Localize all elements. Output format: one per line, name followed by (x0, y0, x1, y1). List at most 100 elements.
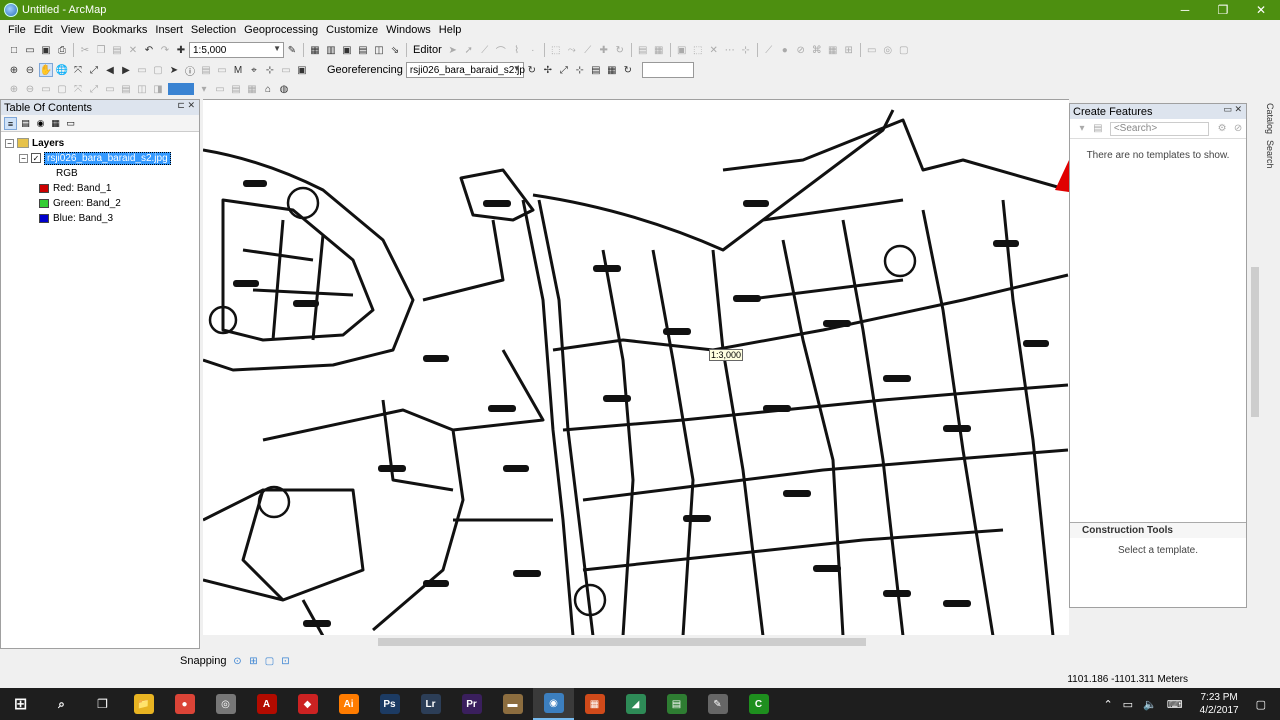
edit-tool-icon[interactable]: ➤ (446, 43, 460, 57)
paste-icon[interactable]: ▤ (110, 43, 124, 57)
taskbar-app-3-button[interactable]: ◎ (205, 688, 246, 720)
topology-icon-h[interactable]: ◎ (881, 43, 895, 57)
taskbar-app-12-button[interactable]: ▦ (574, 688, 615, 720)
zoom-out-icon[interactable]: ⊖ (23, 63, 37, 77)
new-doc-icon[interactable]: □ (7, 43, 21, 57)
find-route-icon[interactable]: ⌖ (247, 63, 261, 77)
end-snapping-icon[interactable]: ⊞ (247, 654, 261, 668)
template-view-icon[interactable]: ▤ (1091, 122, 1105, 136)
volume-icon[interactable]: 🔈 (1143, 698, 1157, 711)
search-tab[interactable]: Search (1265, 140, 1275, 169)
draw-icon-o[interactable]: ◍ (277, 82, 291, 96)
menu-selection[interactable]: Selection (187, 24, 240, 36)
topology-icon-e[interactable]: ▦ (826, 43, 840, 57)
snapping-menu[interactable]: Snapping (180, 655, 227, 667)
taskbar-chrome-button[interactable]: ● (164, 688, 205, 720)
html-popup-icon[interactable]: ▤ (199, 63, 213, 77)
draw-icon-h[interactable]: ▤ (119, 82, 133, 96)
reshape-icon[interactable]: ⤳ (565, 43, 579, 57)
sketch-properties-icon[interactable]: ▦ (652, 43, 666, 57)
catalog-window-icon[interactable]: ▦ (308, 43, 322, 57)
editor-toolbar-icon[interactable]: ✎ (285, 43, 299, 57)
snap-icon-c[interactable]: ⋯ (723, 43, 737, 57)
select-pointer-icon[interactable]: ➤ (167, 63, 181, 77)
menu-geoprocessing[interactable]: Geoprocessing (240, 24, 322, 36)
cut-polygons-icon[interactable]: ⟋ (581, 43, 595, 57)
draw-icon-i[interactable]: ◫ (135, 82, 149, 96)
menu-file[interactable]: File (4, 24, 30, 36)
scrollbar-thumb[interactable] (378, 638, 866, 646)
menu-windows[interactable]: Windows (382, 24, 435, 36)
draw-icon-b[interactable]: ⊖ (23, 82, 37, 96)
clear-selection-icon[interactable]: ▢ (151, 63, 165, 77)
georeferencing-menu[interactable]: Georeferencing (324, 64, 406, 76)
layers-root[interactable]: − Layers (5, 136, 64, 150)
taskbar-app-10-button[interactable]: ▬ (492, 688, 533, 720)
taskbar-app-14-button[interactable]: ▤ (656, 688, 697, 720)
topology-icon-a[interactable]: ⟋ (762, 43, 776, 57)
rotate-icon[interactable]: ↻ (613, 43, 627, 57)
measure-icon[interactable]: ▭ (215, 63, 229, 77)
back-extent-icon[interactable]: ◀ (103, 63, 117, 77)
select-elements-icon[interactable]: ▭ (135, 63, 149, 77)
taskbar-arcmap-button[interactable]: ◉ (533, 688, 574, 720)
table-of-contents-icon[interactable]: ▥ (324, 43, 338, 57)
cut-icon[interactable]: ✂ (78, 43, 92, 57)
rotate-georef-icon[interactable]: ↻ (525, 63, 539, 77)
scrollbar-thumb[interactable] (1251, 267, 1259, 417)
print-icon[interactable]: ⎙ (55, 43, 69, 57)
whats-this-icon[interactable]: ⇘ (388, 43, 402, 57)
start-button[interactable]: ⊞ (0, 688, 41, 720)
menu-view[interactable]: View (57, 24, 89, 36)
map-scale-combo[interactable]: 1:5,000 ▼ (189, 42, 284, 58)
zoom-in-icon[interactable]: ⊕ (7, 63, 21, 77)
draw-icon-m[interactable]: ▦ (245, 82, 259, 96)
create-features-icon[interactable]: ▣ (675, 43, 689, 57)
menu-help[interactable]: Help (435, 24, 466, 36)
menu-customize[interactable]: Customize (322, 24, 382, 36)
topology-icon-b[interactable]: ● (778, 43, 792, 57)
python-window-icon[interactable]: ▤ (356, 43, 370, 57)
network-icon[interactable]: ▭ (1123, 698, 1133, 711)
menu-insert[interactable]: Insert (151, 24, 187, 36)
refresh-icon[interactable]: ↻ (621, 63, 635, 77)
add-control-points-icon[interactable]: ⊹ (573, 63, 587, 77)
close-icon[interactable]: ✕ (187, 100, 195, 110)
arctoolbox-icon[interactable]: ▣ (340, 43, 354, 57)
tray-overflow-icon[interactable]: ⌃ (1103, 698, 1112, 711)
list-by-selection-icon[interactable]: ▦ (49, 117, 62, 130)
draw-icon-n[interactable]: ⌂ (261, 82, 275, 96)
straight-segment-icon[interactable]: ⟋ (478, 43, 492, 57)
draw-icon-a[interactable]: ⊕ (7, 82, 21, 96)
pin-icon[interactable]: ⊏ (177, 100, 185, 110)
taskbar-illustrator-button[interactable]: Ai (328, 688, 369, 720)
link-table-icon[interactable]: ▦ (605, 63, 619, 77)
topology-icon-d[interactable]: ⌘ (810, 43, 824, 57)
maximize-button[interactable]: ❐ (1204, 0, 1242, 20)
taskbar-acrobat-button[interactable]: A (246, 688, 287, 720)
menu-bookmarks[interactable]: Bookmarks (88, 24, 151, 36)
list-by-visibility-icon[interactable]: ◉ (34, 117, 47, 130)
toc-options-icon[interactable]: ▭ (64, 117, 77, 130)
georef-input-field[interactable] (641, 62, 694, 78)
organize-templates-icon[interactable]: ▾ (1075, 122, 1089, 136)
pin-icon[interactable]: ▭ (1223, 104, 1232, 114)
keyboard-icon[interactable]: ⌨ (1167, 698, 1183, 711)
taskbar-file-explorer-button[interactable]: 📁 (123, 688, 164, 720)
topology-icon-g[interactable]: ▭ (865, 43, 879, 57)
pan-icon[interactable]: ✋ (39, 63, 53, 77)
draw-icon-f[interactable]: ⤢ (87, 82, 101, 96)
taskbar-photoshop-button[interactable]: Ps (369, 688, 410, 720)
find-icon[interactable]: M (231, 63, 245, 77)
fixed-zoom-in-icon[interactable]: ⤧ (71, 63, 85, 77)
snap-icon-b[interactable]: ✕ (707, 43, 721, 57)
collapse-icon[interactable]: − (19, 153, 28, 163)
horizontal-scrollbar[interactable] (203, 635, 1248, 649)
point-snapping-icon[interactable]: ⊙ (231, 654, 245, 668)
vertical-scrollbar[interactable] (1248, 99, 1262, 635)
list-by-source-icon[interactable]: ▤ (19, 117, 32, 130)
endpoint-arc-icon[interactable]: ⌒ (494, 43, 508, 58)
draw-icon-c[interactable]: ▭ (39, 82, 53, 96)
collapse-icon[interactable]: − (5, 138, 14, 148)
chevron-down-icon[interactable]: ▾ (197, 82, 211, 96)
